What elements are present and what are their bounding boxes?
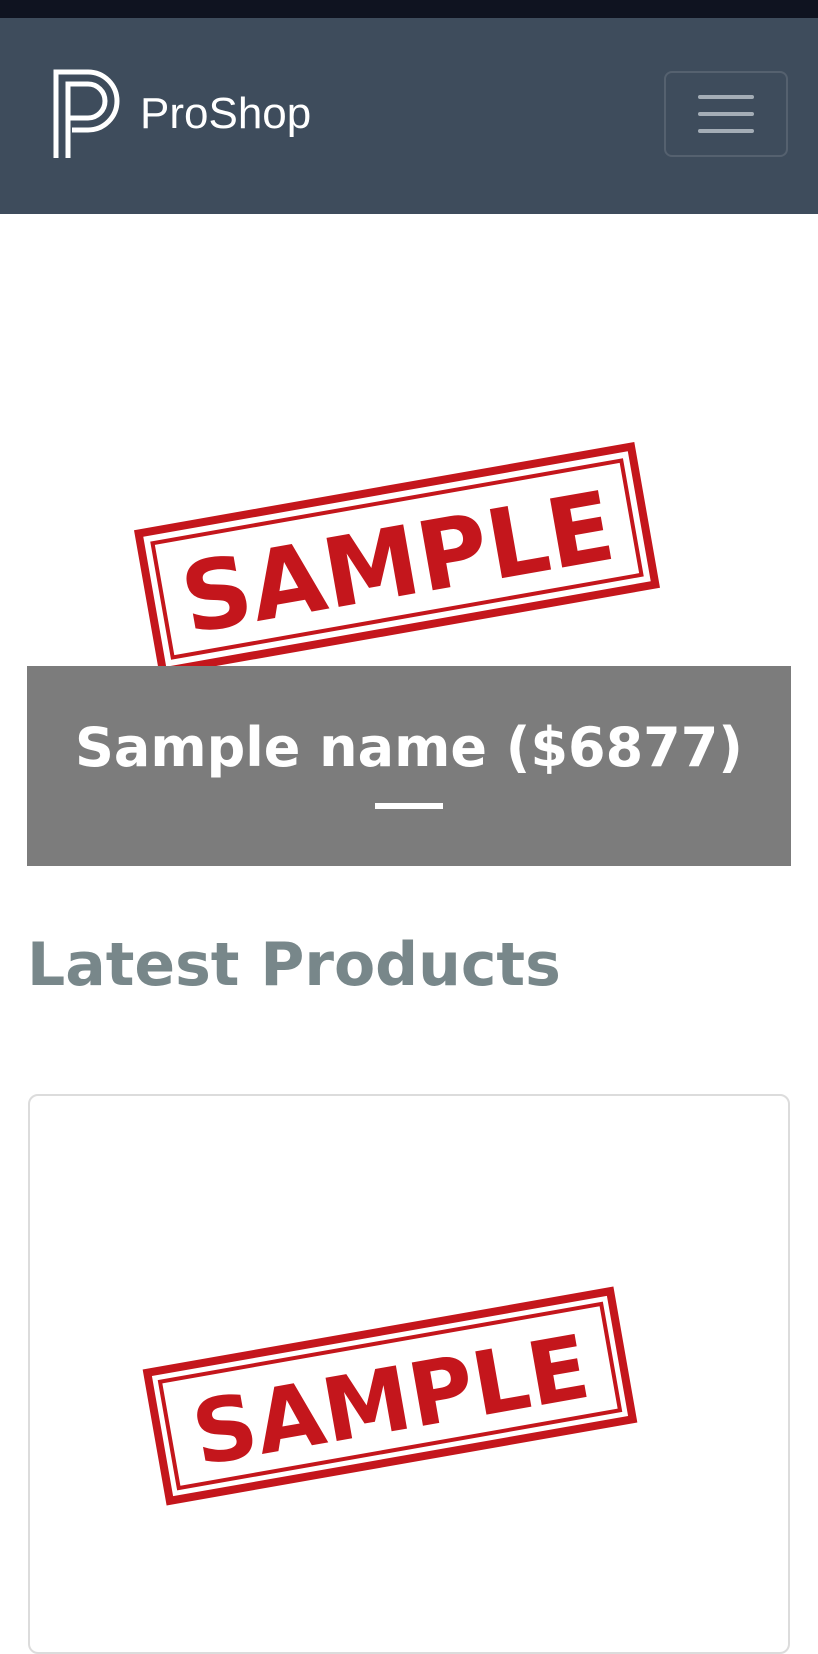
brand-name: ProShop	[140, 89, 312, 138]
product-card[interactable]: SAMPLE	[28, 1094, 790, 1654]
carousel-indicator[interactable]	[375, 803, 443, 809]
brand-link[interactable]: ProShop	[52, 68, 311, 160]
status-bar	[0, 0, 818, 18]
product-image[interactable]: SAMPLE	[130, 1276, 650, 1516]
carousel-caption: Sample name ($6877)	[27, 666, 791, 866]
hamburger-menu-icon	[698, 95, 754, 133]
navbar-toggler-button[interactable]	[664, 71, 788, 157]
carousel-caption-text: Sample name ($6877)	[75, 716, 743, 779]
latest-products-title: Latest Products	[27, 930, 561, 1000]
carousel-product-image[interactable]: SAMPLE	[117, 434, 677, 684]
product-carousel[interactable]: SAMPLE Sample name ($6877)	[27, 214, 791, 866]
proshop-logo-icon	[53, 69, 120, 158]
navbar: ProShop	[0, 18, 818, 214]
